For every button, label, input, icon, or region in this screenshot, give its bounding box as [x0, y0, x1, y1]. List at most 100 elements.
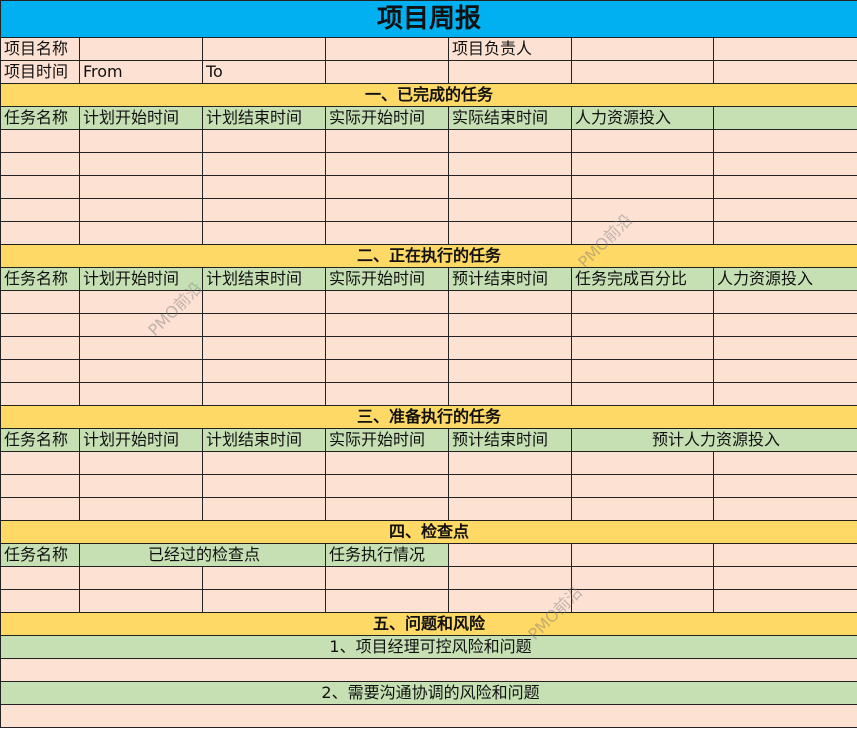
cell[interactable]	[325, 497, 449, 521]
cell[interactable]	[79, 359, 203, 383]
cell[interactable]	[202, 313, 326, 337]
cell[interactable]	[0, 221, 80, 245]
project-name-cell[interactable]	[79, 37, 203, 61]
cell[interactable]	[0, 175, 80, 199]
cell[interactable]	[0, 129, 80, 153]
cell[interactable]	[712, 566, 857, 590]
cell[interactable]	[0, 566, 80, 590]
cell[interactable]	[448, 451, 572, 475]
cell[interactable]	[79, 474, 203, 498]
cell[interactable]	[325, 60, 449, 84]
cell[interactable]	[712, 497, 857, 521]
cell[interactable]	[0, 382, 80, 406]
cell[interactable]	[0, 313, 80, 337]
cell[interactable]	[712, 221, 857, 245]
cell[interactable]	[325, 474, 449, 498]
cell[interactable]	[448, 129, 572, 153]
issues-controllable-entry[interactable]	[0, 658, 857, 682]
cell[interactable]	[712, 359, 857, 383]
cell[interactable]	[202, 382, 326, 406]
cell[interactable]	[202, 221, 326, 245]
cell[interactable]	[571, 359, 714, 383]
cell[interactable]	[79, 175, 203, 199]
cell[interactable]	[202, 589, 326, 613]
cell[interactable]	[79, 152, 203, 176]
cell[interactable]	[571, 474, 714, 498]
cell[interactable]	[712, 37, 857, 61]
cell[interactable]	[325, 336, 449, 360]
cell[interactable]	[448, 152, 572, 176]
cell[interactable]	[571, 129, 714, 153]
cell[interactable]	[202, 474, 326, 498]
cell[interactable]	[325, 589, 449, 613]
cell[interactable]	[448, 382, 572, 406]
cell[interactable]	[325, 451, 449, 475]
cell[interactable]	[0, 359, 80, 383]
issues-coordination-entry[interactable]	[0, 704, 857, 728]
cell[interactable]	[448, 198, 572, 222]
cell[interactable]	[712, 152, 857, 176]
cell[interactable]	[448, 474, 572, 498]
cell[interactable]	[571, 382, 714, 406]
cell[interactable]	[202, 152, 326, 176]
cell[interactable]	[571, 290, 714, 314]
cell[interactable]	[448, 313, 572, 337]
cell[interactable]	[448, 497, 572, 521]
cell[interactable]	[202, 129, 326, 153]
cell[interactable]	[712, 290, 857, 314]
to-label[interactable]: To	[202, 60, 326, 84]
cell[interactable]	[325, 152, 449, 176]
cell[interactable]	[325, 290, 449, 314]
cell[interactable]	[571, 175, 714, 199]
cell[interactable]	[202, 290, 326, 314]
cell[interactable]	[712, 589, 857, 613]
cell[interactable]	[0, 290, 80, 314]
cell[interactable]	[325, 566, 449, 590]
cell[interactable]	[712, 474, 857, 498]
cell[interactable]	[202, 566, 326, 590]
cell[interactable]	[712, 129, 857, 153]
cell[interactable]	[0, 589, 80, 613]
cell[interactable]	[712, 543, 857, 567]
cell[interactable]	[448, 290, 572, 314]
cell[interactable]	[571, 589, 714, 613]
cell[interactable]	[202, 198, 326, 222]
cell[interactable]	[448, 359, 572, 383]
cell[interactable]	[712, 198, 857, 222]
cell[interactable]	[571, 198, 714, 222]
cell[interactable]	[571, 451, 714, 475]
cell[interactable]	[571, 313, 714, 337]
cell[interactable]	[202, 359, 326, 383]
cell[interactable]	[79, 589, 203, 613]
cell[interactable]	[448, 221, 572, 245]
cell[interactable]	[325, 359, 449, 383]
cell[interactable]	[448, 566, 572, 590]
cell[interactable]	[712, 336, 857, 360]
cell[interactable]	[202, 175, 326, 199]
cell[interactable]	[325, 175, 449, 199]
cell[interactable]	[712, 313, 857, 337]
cell[interactable]	[571, 152, 714, 176]
cell[interactable]	[325, 129, 449, 153]
cell[interactable]	[202, 497, 326, 521]
cell[interactable]	[79, 129, 203, 153]
cell[interactable]	[79, 221, 203, 245]
cell[interactable]	[325, 382, 449, 406]
cell[interactable]	[448, 60, 572, 84]
cell[interactable]	[202, 451, 326, 475]
cell[interactable]	[79, 566, 203, 590]
owner-cell[interactable]	[571, 37, 714, 61]
cell[interactable]	[0, 451, 80, 475]
cell[interactable]	[0, 152, 80, 176]
cell[interactable]	[79, 382, 203, 406]
cell[interactable]	[571, 497, 714, 521]
cell[interactable]	[712, 175, 857, 199]
cell[interactable]	[79, 290, 203, 314]
cell[interactable]	[571, 221, 714, 245]
cell[interactable]	[571, 336, 714, 360]
cell[interactable]	[79, 451, 203, 475]
cell[interactable]	[712, 382, 857, 406]
cell[interactable]	[448, 175, 572, 199]
cell[interactable]	[712, 451, 857, 475]
cell[interactable]	[79, 336, 203, 360]
